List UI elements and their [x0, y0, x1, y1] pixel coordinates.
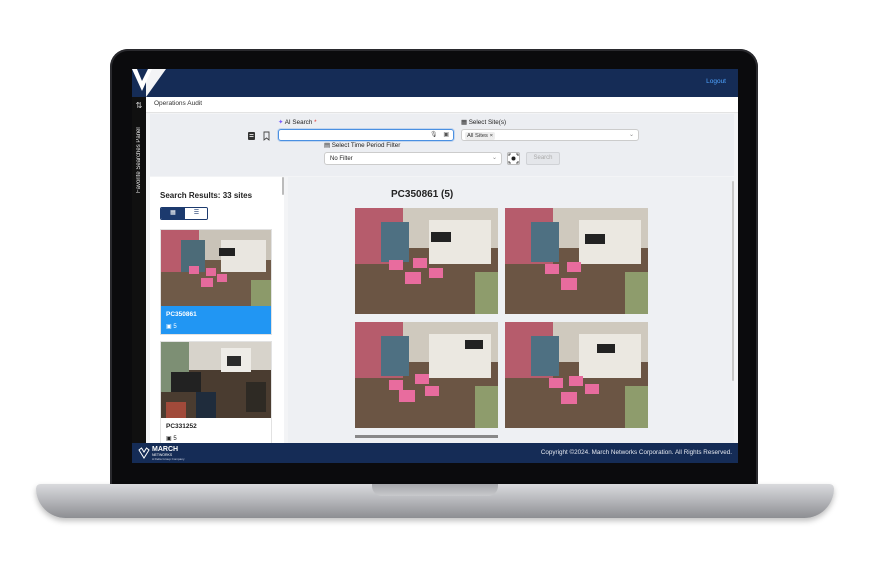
top-bar: Logout — [132, 69, 738, 97]
site-chip[interactable]: All Sites × — [465, 131, 495, 140]
chevron-down-icon[interactable]: ⌄ — [492, 154, 497, 161]
app-screen: Logout ⇅ Favorite Searches Panel Operati… — [132, 69, 738, 463]
card-site-name: PC331252 — [166, 423, 197, 430]
brand-logo: MARCH NETWORKS A Delta Group Company — [138, 446, 188, 461]
site-select[interactable]: All Sites × ⌄ — [461, 129, 639, 141]
camera-image[interactable] — [355, 208, 498, 314]
ai-search-field[interactable] — [283, 130, 423, 140]
logout-link[interactable]: Logout — [706, 78, 726, 85]
page-title: Operations Audit — [154, 100, 203, 107]
search-panel: ✦ AI Search * 🎙 ▣ ▦ Select Site(s) All S… — [150, 114, 734, 176]
focus-target-icon — [508, 153, 519, 164]
grid-view-icon[interactable]: ▦ — [161, 208, 185, 219]
camera-image[interactable] — [355, 322, 498, 428]
camera-thumbnail — [161, 230, 271, 306]
results-list: Search Results: 33 sites ▦ ☰ PC350861 ▣ … — [150, 177, 284, 451]
breadcrumb: Operations Audit — [146, 97, 738, 113]
building-icon: ▦ — [461, 119, 467, 126]
images-icon: ▣ — [166, 436, 172, 442]
card-image-count: ▣ 5 — [166, 324, 177, 330]
calendar-icon: ▤ — [324, 142, 330, 149]
app-logo-icon — [132, 69, 166, 97]
list-view-icon[interactable]: ☰ — [185, 208, 207, 219]
saved-searches-icon[interactable] — [247, 131, 256, 141]
site-select-label: ▦ Select Site(s) — [461, 119, 507, 126]
camera-thumbnail — [161, 342, 271, 418]
camera-image-partial — [355, 435, 498, 438]
time-filter-label: ▤ Select Time Period Filter — [324, 142, 401, 149]
result-card[interactable]: PC331252 ▣ 5 — [160, 341, 272, 451]
result-card[interactable]: PC350861 ▣ 5 — [160, 229, 272, 335]
microphone-icon[interactable]: 🎙 — [430, 132, 438, 138]
results-title: Search Results: 33 sites — [160, 191, 253, 200]
results-scrollbar[interactable] — [282, 177, 284, 195]
camera-image[interactable] — [505, 208, 648, 314]
swap-arrows-icon[interactable]: ⇅ — [134, 101, 144, 111]
bookmark-icon[interactable] — [262, 131, 271, 141]
favorite-searches-label: Favorite Searches Panel — [136, 127, 142, 193]
search-button[interactable]: Search — [526, 152, 560, 165]
favorite-searches-panel[interactable]: ⇅ Favorite Searches Panel — [132, 97, 146, 443]
focus-target-button[interactable] — [507, 152, 520, 165]
ai-search-input[interactable]: 🎙 ▣ — [278, 129, 454, 141]
laptop-notch — [372, 484, 498, 496]
detail-scrollbar[interactable] — [732, 181, 734, 381]
card-image-count: ▣ 5 — [166, 436, 177, 442]
ai-search-label: ✦ AI Search * — [278, 119, 317, 126]
chip-remove-icon[interactable]: × — [490, 133, 493, 139]
card-site-name: PC350861 — [166, 311, 197, 318]
images-icon: ▣ — [166, 324, 172, 330]
image-upload-icon[interactable]: ▣ — [443, 132, 449, 138]
copyright-text: Copyright ©2024. March Networks Corporat… — [540, 449, 732, 456]
sparkle-icon: ✦ — [278, 119, 284, 126]
detail-title: PC350861 (5) — [391, 189, 454, 200]
view-toggle: ▦ ☰ — [160, 207, 208, 220]
detail-pane: PC350861 (5) — [288, 177, 734, 443]
time-period-select[interactable]: No Filter ⌄ — [324, 152, 502, 165]
footer-bar: MARCH NETWORKS A Delta Group Company Cop… — [132, 443, 738, 463]
camera-image[interactable] — [505, 322, 648, 428]
chevron-down-icon[interactable]: ⌄ — [629, 131, 634, 138]
march-networks-logo-icon — [138, 447, 150, 459]
